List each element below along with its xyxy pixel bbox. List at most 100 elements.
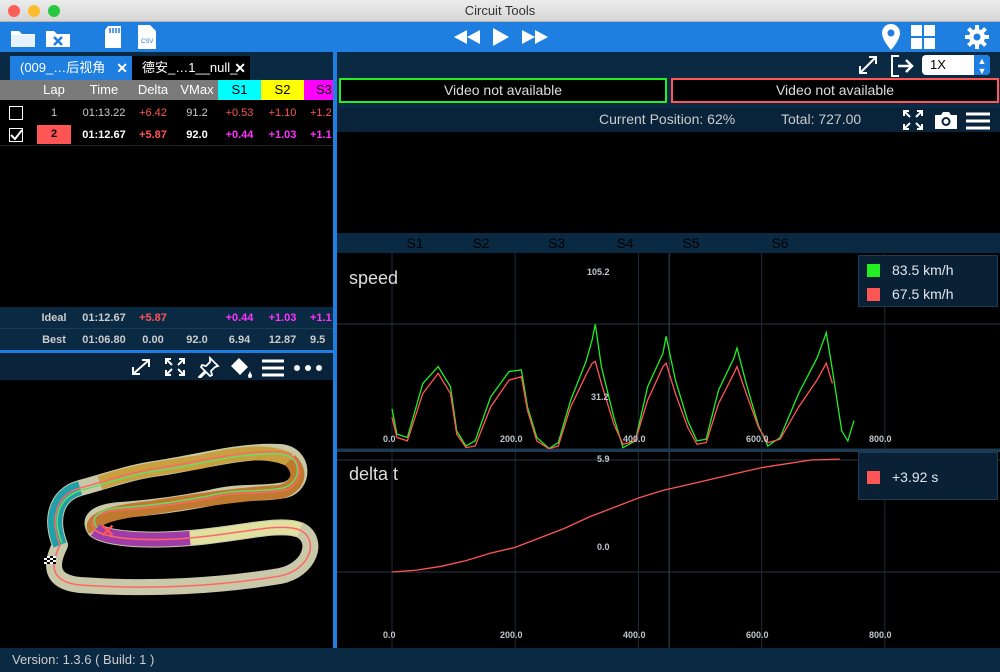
sector-s6[interactable]: S6	[721, 233, 839, 253]
sector-label: S6	[771, 235, 789, 251]
legend-swatch	[867, 288, 880, 301]
paint-bucket-icon[interactable]	[228, 356, 254, 378]
more-icon[interactable]	[293, 364, 323, 372]
lap-number: 2	[37, 125, 71, 144]
expand-icon[interactable]	[857, 54, 879, 76]
sector-label: S3	[547, 235, 566, 251]
ideal-label: Ideal	[41, 312, 67, 324]
fit-screen-icon[interactable]	[164, 357, 186, 377]
col-s3[interactable]: S3	[304, 80, 333, 100]
settings-button[interactable]	[962, 24, 992, 50]
status-bar: Version: 1.3.6 ( Build: 1 )	[0, 648, 1000, 672]
col-delta[interactable]: Delta	[130, 80, 176, 100]
ideal-s2: +1.03	[268, 312, 297, 324]
legend-swatch	[867, 264, 880, 277]
minimize-window-button[interactable]	[28, 5, 40, 17]
series-line-1	[391, 458, 840, 573]
analysis-panel: 1X ▲ ▼ Video not available Video not avai…	[337, 52, 1000, 648]
sector-label: S4	[616, 235, 634, 251]
playback-speed-value: 1X	[930, 57, 946, 72]
sector-s5[interactable]: S5	[661, 233, 721, 253]
speed-chart-title: speed	[349, 268, 399, 288]
map-toolbar	[0, 350, 333, 380]
col-s1[interactable]: S1	[218, 80, 261, 100]
best-row: Best 01:06.80 0.00 92.0 6.94 12.87 9.5	[0, 329, 333, 351]
session-tab-label: (009_…后视角	[20, 60, 106, 75]
lap-row-2[interactable]: 2 01:12.67 +5.87 92.0 +0.44 +1.03 +1.1	[0, 124, 333, 146]
x-tick: 400.0	[623, 630, 646, 640]
ideal-vmax	[176, 307, 218, 329]
sector-strip: S1 S2 S3 S4 S5 S6	[337, 233, 1000, 253]
lap-s2: +1.03	[268, 129, 297, 141]
legend-value: 67.5 km/h	[892, 286, 954, 302]
sector-s2[interactable]: S2	[438, 233, 524, 253]
map-pin-icon	[882, 24, 900, 50]
zoom-window-button[interactable]	[48, 5, 60, 17]
col-lap[interactable]: Lap	[30, 80, 78, 100]
sd-card-button[interactable]	[100, 24, 126, 50]
pin-icon[interactable]	[196, 356, 220, 378]
best-s3: 9.5	[310, 334, 326, 346]
col-time[interactable]: Time	[78, 80, 130, 100]
col-s2[interactable]: S2	[261, 80, 304, 100]
ideal-s1: +0.44	[225, 312, 254, 324]
open-folder-button[interactable]	[8, 24, 38, 50]
location-button[interactable]	[878, 24, 904, 50]
sector-s1[interactable]: S1	[392, 233, 438, 253]
best-s1: 6.94	[228, 334, 251, 346]
camera-icon[interactable]	[933, 109, 959, 131]
close-icon[interactable]: ✕	[116, 56, 128, 80]
col-vmax[interactable]: VMax	[176, 80, 218, 100]
legend-lap1: 67.5 km/h	[867, 284, 953, 304]
exit-icon[interactable]	[889, 54, 915, 78]
close-file-button[interactable]	[43, 24, 73, 50]
close-window-button[interactable]	[8, 5, 20, 17]
x-tick: 800.0	[869, 434, 892, 444]
lap-s1: +0.44	[225, 129, 254, 141]
best-delta: 0.00	[142, 334, 164, 346]
lap-row-1[interactable]: 1 01:13.22 +6.42 91.2 +0.53 +1.10 +1.2	[0, 102, 333, 124]
x-tick: 0.0	[383, 630, 396, 640]
svg-text:CSV: CSV	[141, 39, 153, 45]
rewind-icon	[454, 30, 480, 44]
sector-label: S1	[406, 235, 424, 251]
finish-flag-icon	[44, 556, 56, 564]
delta-legend: +3.92 s	[858, 452, 998, 500]
speed-min-label: 31.2	[591, 392, 609, 402]
x-tick: 600.0	[746, 434, 769, 444]
video-left-placeholder: Video not available	[339, 78, 667, 103]
lap-checkbox-checked[interactable]	[9, 128, 23, 142]
rewind-button[interactable]	[450, 24, 484, 50]
sector-s4[interactable]: S4	[589, 233, 661, 253]
fit-screen-icon[interactable]	[903, 110, 923, 130]
lap-panel: (009_…后视角 ✕ 德安_…1__null_ ✕ Lap Time Delt…	[0, 52, 333, 648]
track-map[interactable]: ✕	[0, 380, 333, 648]
menu-icon[interactable]	[261, 359, 285, 377]
x-tick: 200.0	[500, 434, 523, 444]
expand-icon[interactable]	[130, 357, 152, 377]
close-icon[interactable]: ✕	[234, 56, 246, 80]
session-tab-1[interactable]: (009_…后视角 ✕	[10, 56, 132, 80]
menu-icon[interactable]	[965, 112, 991, 130]
playback-speed-select[interactable]: 1X ▲ ▼	[922, 55, 990, 76]
video-right-placeholder: Video not available	[671, 78, 999, 103]
play-icon	[493, 28, 509, 46]
fast-forward-button[interactable]	[518, 24, 552, 50]
lap-s3: +1.2	[310, 107, 332, 119]
session-tab-2[interactable]: 德安_…1__null_ ✕	[132, 56, 250, 80]
best-s2: 12.87	[268, 334, 297, 346]
csv-file-icon: CSV	[138, 25, 156, 49]
position-bar: Current Position: 62% Total: 727.00	[337, 108, 1000, 132]
gear-icon	[965, 25, 989, 49]
main-toolbar: CSV	[0, 22, 1000, 52]
current-position: Current Position: 62%	[599, 111, 736, 127]
sector-s3[interactable]: S3	[524, 233, 589, 253]
export-csv-button[interactable]: CSV	[134, 24, 160, 50]
lap-time: 01:13.22	[82, 107, 126, 119]
track-sector-s2	[97, 446, 294, 490]
lap-checkbox[interactable]	[9, 106, 23, 120]
play-button[interactable]	[488, 24, 512, 50]
layout-button[interactable]	[908, 24, 938, 50]
folder-icon	[11, 31, 35, 47]
lap-number: 1	[50, 107, 58, 119]
